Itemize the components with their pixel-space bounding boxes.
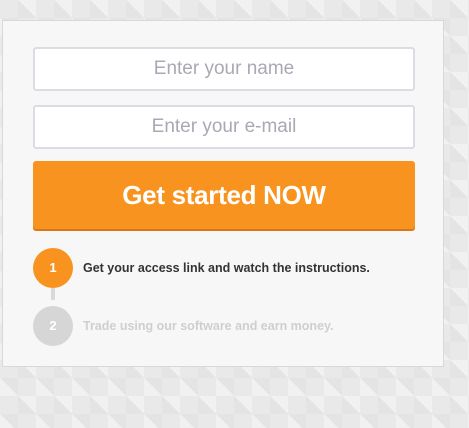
get-started-button[interactable]: Get started NOW [33, 161, 415, 229]
step-connector [51, 288, 55, 300]
name-input[interactable] [33, 47, 415, 91]
step-text: Get your access link and watch the instr… [83, 261, 370, 275]
steps-list: 1 Get your access link and watch the ins… [33, 248, 433, 348]
email-input[interactable] [33, 105, 415, 149]
step-item-1: 1 Get your access link and watch the ins… [33, 248, 433, 288]
signup-card: Get started NOW 1 Get your access link a… [2, 20, 444, 367]
step-text: Trade using our software and earn money. [83, 319, 334, 333]
step-item-2: 2 Trade using our software and earn mone… [33, 306, 433, 346]
step-number-badge: 1 [33, 248, 73, 288]
step-number-badge: 2 [33, 306, 73, 346]
